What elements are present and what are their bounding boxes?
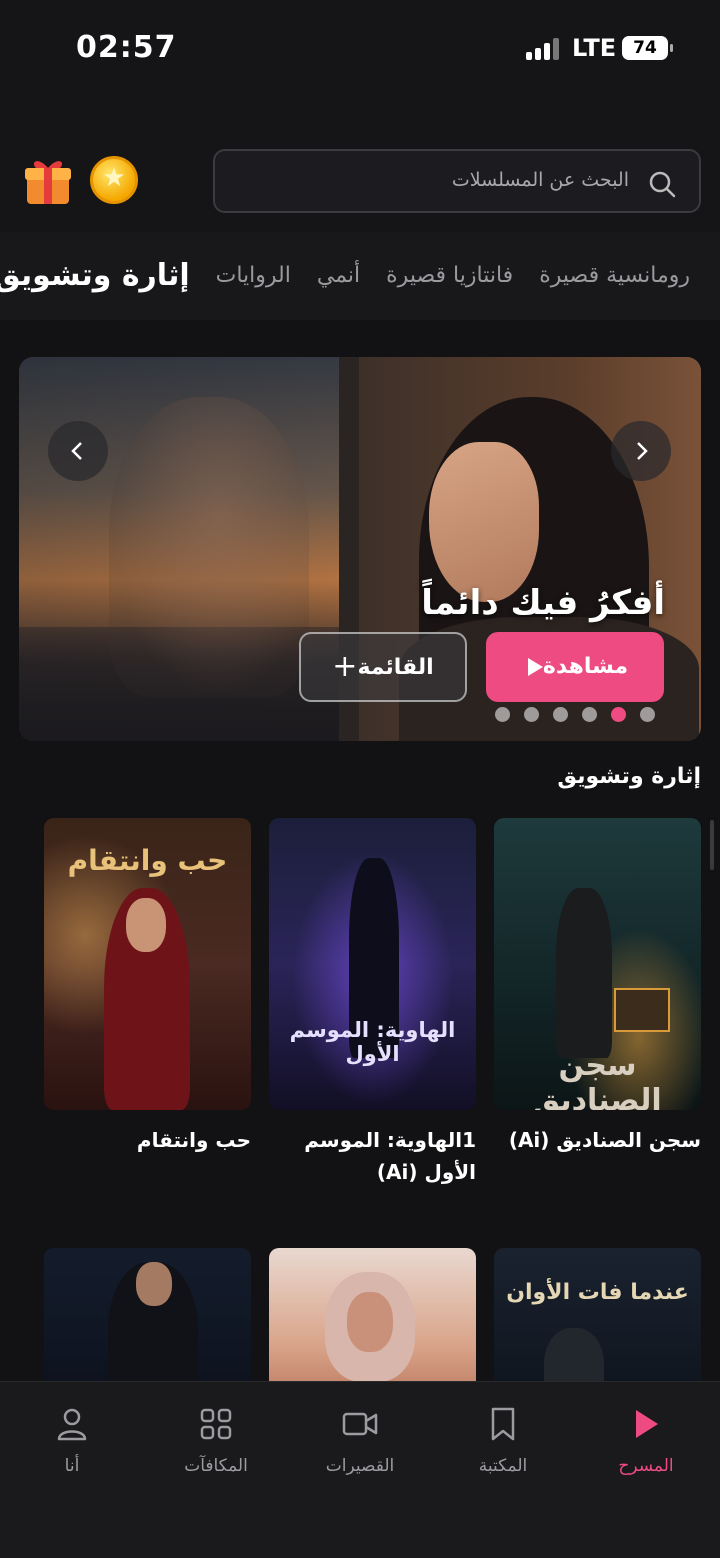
series-grid-row-2: عندما فات الأوان [0,1248,720,1382]
section-title: إثارة وتشويق [557,764,701,789]
signal-icon [526,36,562,60]
status-bar: 02:57 LTE 74 [0,0,720,90]
carousel-dot[interactable] [524,707,539,722]
nav-library[interactable]: المكتبة [443,1404,563,1476]
hero-banner[interactable]: أفكرُ فيك دائماً القائمة+ مشاهدة [19,357,701,741]
nav-rewards[interactable]: المكافآت [156,1404,276,1476]
carousel-dot-active[interactable] [611,707,626,722]
carousel-dot[interactable] [582,707,597,722]
battery-icon: 74 [622,36,673,60]
series-title: 1الهاوية: الموسم الأول (Ai) [304,1128,476,1184]
plus-icon: + [332,649,358,684]
scrollbar[interactable] [710,820,714,870]
top-header: البحث عن المسلسلات [0,90,720,232]
carousel-dot[interactable] [640,707,655,722]
series-poster[interactable]: عندما فات الأوان [494,1248,701,1382]
bookmark-icon [483,1404,523,1444]
watch-button[interactable]: مشاهدة [486,632,664,702]
hero-image-man [109,397,309,697]
category-tabs: إثارة وتشويق الروايات أنمي فانتازيا قصير… [0,232,720,320]
tab-short-fantasy[interactable]: فانتازيا قصيرة [386,254,513,298]
tab-short-romance[interactable]: رومانسية قصيرة [539,254,690,298]
nav-label: المكافآت [184,1456,248,1476]
carousel-dot[interactable] [495,707,510,722]
add-to-list-button[interactable]: القائمة+ [299,632,467,702]
search-placeholder: البحث عن المسلسلات [451,169,629,191]
poster-title: سجن الصناديق [533,1048,662,1110]
coin-icon[interactable] [90,156,138,204]
network-label: LTE [572,34,617,62]
nav-profile[interactable]: أنا [12,1404,132,1476]
next-arrow-icon[interactable] [611,421,671,481]
user-icon [52,1404,92,1444]
watch-button-label: مشاهدة [542,654,629,679]
series-title: حب وانتقام [136,1128,251,1152]
poster-title: عندما فات الأوان [506,1280,689,1305]
series-card[interactable]: حب وانتقام حب وانتقام [44,818,251,1156]
hero-title: أفكرُ فيك دائماً [421,583,665,623]
nav-label: أنا [64,1456,80,1476]
poster-title: الهاوية: الموسم الأول [289,1018,456,1066]
tab-novels[interactable]: الروايات [216,254,291,298]
search-icon [649,171,676,198]
series-card[interactable]: سجن الصناديق سجن الصناديق (Ai) [494,818,701,1156]
video-camera-icon [340,1404,380,1444]
play-icon [626,1404,666,1444]
nav-label: المسرح [618,1456,674,1476]
play-icon [527,658,543,676]
series-poster[interactable]: حب وانتقام [44,818,251,1110]
series-title: سجن الصناديق (Ai) [508,1128,701,1152]
series-poster[interactable]: سجن الصناديق [494,818,701,1110]
prev-arrow-icon[interactable] [48,421,108,481]
nav-shorts[interactable]: القصيرات [300,1404,420,1476]
status-time: 02:57 [76,30,177,65]
search-bar[interactable]: البحث عن المسلسلات [213,149,701,213]
series-poster[interactable] [44,1248,251,1382]
tab-thriller[interactable]: إثارة وتشويق [0,254,190,298]
poster-title: حب وانتقام [67,844,228,877]
series-card[interactable]: الهاوية: الموسم الأول 1الهاوية: الموسم ا… [269,818,476,1188]
gift-icon[interactable] [24,154,72,206]
bottom-nav: المسرح المكتبة القصيرات المكافآت أنا [0,1381,720,1558]
grid-icon [196,1404,236,1444]
nav-label: المكتبة [478,1456,528,1476]
nav-label: القصيرات [325,1456,395,1476]
series-poster[interactable]: الهاوية: الموسم الأول [269,818,476,1110]
carousel-dot[interactable] [553,707,568,722]
nav-theater[interactable]: المسرح [586,1404,706,1476]
list-button-label: القائمة [357,655,434,680]
carousel-dots[interactable] [495,707,655,722]
tab-anime[interactable]: أنمي [317,254,360,298]
series-poster[interactable] [269,1248,476,1382]
